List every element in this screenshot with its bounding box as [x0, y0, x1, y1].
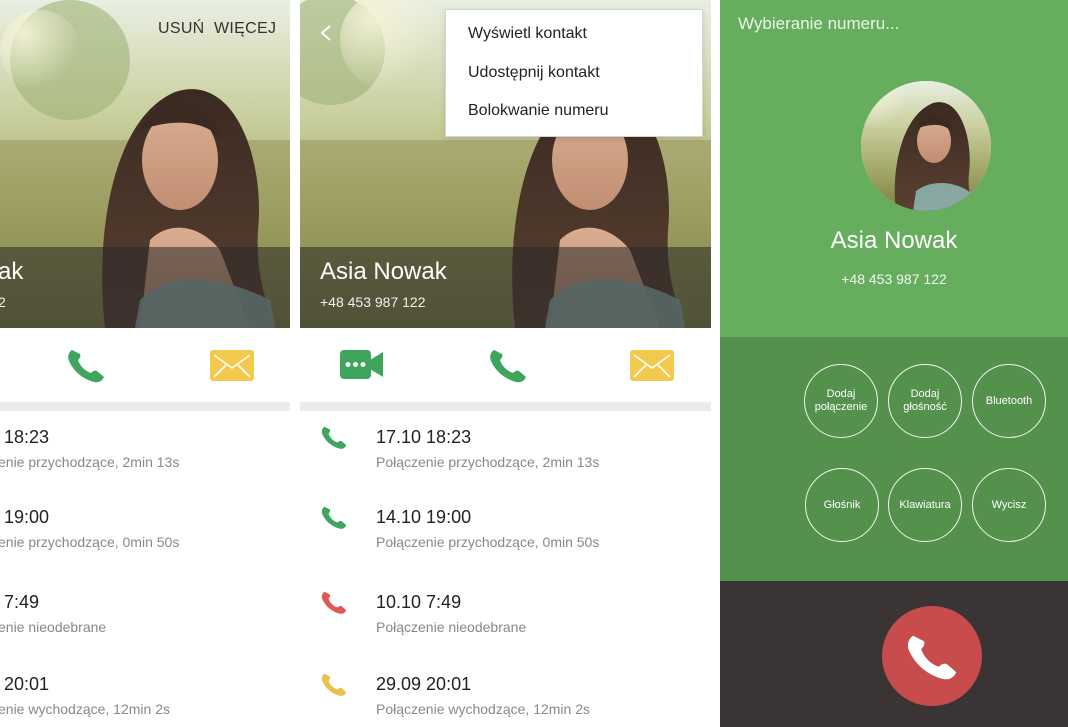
contact-actions [300, 328, 711, 402]
incoming-call-icon [321, 426, 347, 449]
add-volume-label-line1: Dodaj [910, 388, 940, 400]
mail-icon[interactable] [210, 350, 254, 381]
call-log-item[interactable]: 29.09 20:01 Połączenie wychodzące, 12min… [300, 667, 711, 727]
call-date: 14.10 19:00 [376, 507, 472, 527]
back-chevron-icon[interactable] [318, 24, 334, 42]
contact-number-cropped: 2 [0, 294, 6, 310]
add-volume-button[interactable]: Dodaj głośność [888, 364, 962, 438]
add-volume-label-line2: głośność [903, 401, 947, 413]
contact-actions [0, 328, 290, 402]
overflow-menu: Wyświetl kontakt Udostępnij kontakt Bolo… [445, 9, 703, 137]
dialing-status: Wybieranie numeru... [738, 14, 900, 33]
call-description: enie nieodebrane [0, 619, 107, 635]
incoming-call-icon [321, 506, 347, 529]
caller-name: Asia Nowak [830, 227, 958, 254]
speaker-button[interactable]: Głośnik [805, 468, 879, 542]
end-call-button[interactable] [882, 606, 982, 706]
contact-details-panel: ak 2 USUŃ WIĘCEJ 18:23 enie przychodzące… [0, 0, 290, 727]
bluetooth-label: Bluetooth [985, 394, 1033, 407]
call-description: enie wychodzące, 12min 2s [0, 701, 170, 717]
speaker-label: Głośnik [823, 498, 861, 511]
delete-button[interactable]: USUŃ [158, 20, 205, 38]
call-log-item[interactable]: 17.10 18:23 Połączenie przychodzące, 2mi… [300, 420, 711, 490]
call-date: 29.09 20:01 [376, 674, 472, 694]
call-log-item[interactable]: 18:23 enie przychodzące, 2min 13s [0, 420, 290, 490]
call-date: 20:01 [4, 674, 50, 694]
phone-icon[interactable] [66, 346, 106, 384]
more-button[interactable]: WIĘCEJ [214, 20, 276, 38]
call-date: 17.10 18:23 [376, 427, 472, 447]
section-divider [300, 402, 711, 411]
keypad-label: Klawiatura [899, 498, 951, 511]
call-log-item[interactable]: 7:49 enie nieodebrane [0, 585, 290, 655]
call-log-item[interactable]: 10.10 7:49 Połączenie nieodebrane [300, 585, 711, 655]
name-overlay [0, 247, 290, 328]
bluetooth-button[interactable]: Bluetooth [972, 364, 1046, 438]
end-call-icon [907, 635, 957, 680]
call-description: Połączenie przychodzące, 0min 50s [376, 534, 600, 550]
missed-call-icon [321, 591, 347, 614]
call-description: Połączenie przychodzące, 2min 13s [376, 454, 600, 470]
call-description: Połączenie wychodzące, 12min 2s [376, 701, 591, 717]
video-call-icon[interactable] [340, 350, 383, 379]
add-call-button[interactable]: Dodaj połączenie [804, 364, 878, 438]
avatar [861, 81, 991, 211]
call-controls: Dodaj połączenie Dodaj głośność Bluetooth … [720, 337, 1068, 581]
contact-name: Asia Nowak [320, 258, 447, 285]
call-log-item[interactable]: 14.10 19:00 Połączenie przychodzące, 0mi… [300, 500, 711, 570]
caller-number: +48 453 987 122 [841, 271, 947, 287]
contact-number: +48 453 987 122 [320, 294, 426, 310]
mute-label: Wycisz [991, 498, 1027, 511]
dialing-screen: Wybieranie numeru... Asia Nowak +48 453 … [720, 0, 1068, 727]
call-log-item[interactable]: 20:01 enie wychodzące, 12min 2s [0, 667, 290, 727]
phone-icon[interactable] [488, 346, 528, 384]
mute-button[interactable]: Wycisz [972, 468, 1046, 542]
end-call-area [720, 581, 1068, 727]
menu-item-share-contact[interactable]: Udostępnij kontakt [468, 64, 600, 82]
add-call-label-line2: połączenie [814, 401, 868, 413]
mail-icon[interactable] [630, 350, 674, 381]
keypad-button[interactable]: Klawiatura [888, 468, 962, 542]
menu-item-view-contact[interactable]: Wyświetl kontakt [468, 25, 587, 43]
call-date: 10.10 7:49 [376, 592, 462, 612]
call-description: enie przychodzące, 2min 13s [0, 454, 180, 470]
add-call-label-line1: Dodaj [826, 388, 856, 400]
call-date: 19:00 [4, 507, 50, 527]
call-description: enie przychodzące, 0min 50s [0, 534, 180, 550]
call-log-item[interactable]: 19:00 enie przychodzące, 0min 50s [0, 500, 290, 570]
section-divider [0, 402, 290, 411]
contact-name-cropped: ak [0, 258, 24, 285]
menu-item-block-number[interactable]: Bolokwanie numeru [468, 102, 609, 120]
call-date: 7:49 [4, 592, 40, 612]
call-description: Połączenie nieodebrane [376, 619, 527, 635]
outgoing-call-icon [321, 673, 347, 696]
call-date: 18:23 [4, 427, 50, 447]
